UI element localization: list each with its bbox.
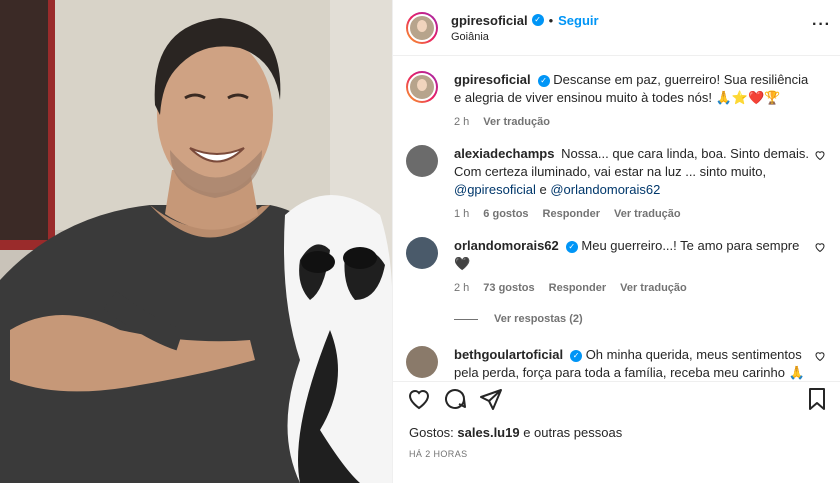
author-avatar[interactable]: [406, 11, 438, 44]
comment-mention[interactable]: @orlandomorais62: [550, 182, 660, 197]
comments-section[interactable]: gpiresoficial ✓ Descanse em paz, guerreir…: [393, 57, 840, 380]
comment-meta: 2 h 73 gostos Responder Ver tradução: [454, 282, 826, 294]
like-comment-heart-icon[interactable]: [814, 350, 826, 362]
post-actions-bar: Gostos: sales.lu19 e outras pessoas HÁ 2…: [393, 381, 840, 483]
post-photo-illustration: [0, 0, 392, 483]
dot-separator: •: [548, 12, 554, 28]
comment-joiner: e: [535, 182, 551, 197]
header-text: gpiresoficial ✓ • Seguir Goiânia: [451, 13, 599, 43]
comment-username[interactable]: alexiadechamps: [454, 146, 554, 161]
follow-button[interactable]: Seguir: [558, 13, 598, 28]
avatar: [408, 13, 436, 42]
replies-divider: [454, 318, 478, 320]
comment-likes[interactable]: 6 gostos: [483, 208, 528, 220]
share-paper-plane-icon[interactable]: [479, 387, 503, 411]
post-timestamp[interactable]: HÁ 2 HORAS: [409, 449, 468, 459]
like-heart-icon[interactable]: [407, 387, 431, 411]
post-location[interactable]: Goiânia: [451, 31, 599, 43]
caption-item: gpiresoficial ✓ Descanse em paz, guerreir…: [406, 71, 826, 128]
comment-username[interactable]: bethgoulartoficial: [454, 347, 563, 362]
verified-badge-icon: ✓: [565, 240, 578, 253]
comment-avatar[interactable]: [406, 145, 438, 177]
caption-meta: 2 h Ver tradução: [454, 116, 826, 128]
author-username[interactable]: gpiresoficial: [451, 13, 528, 28]
translate-link[interactable]: Ver tradução: [620, 282, 687, 294]
likes-user[interactable]: sales.lu19: [457, 425, 519, 440]
comment-meta: 1 h 6 gostos Responder Ver tradução: [454, 208, 826, 220]
likes-prefix: Gostos:: [409, 425, 454, 440]
like-comment-heart-icon[interactable]: [814, 241, 826, 253]
reply-button[interactable]: Responder: [543, 208, 600, 220]
comment-time[interactable]: 1 h: [454, 208, 469, 220]
likes-summary[interactable]: Gostos: sales.lu19 e outras pessoas: [409, 425, 622, 440]
comment-mention[interactable]: @gpiresoficial: [454, 182, 536, 197]
caption-body: gpiresoficial ✓ Descanse em paz, guerreir…: [454, 71, 816, 107]
more-options-icon[interactable]: ···: [812, 16, 831, 34]
caption-time[interactable]: 2 h: [454, 116, 469, 128]
bookmark-icon[interactable]: [805, 387, 829, 411]
comment-item: alexiadechamps Nossa... que cara linda, …: [406, 145, 826, 220]
comment-username[interactable]: orlandomorais62: [454, 238, 559, 253]
comment-body: bethgoulartoficial ✓ Oh minha querida, me…: [454, 346, 816, 380]
avatar: [408, 73, 436, 101]
comment-item: bethgoulartoficial ✓ Oh minha querida, me…: [406, 346, 826, 380]
verified-badge-icon: ✓: [537, 74, 550, 87]
comment-time[interactable]: 2 h: [454, 282, 469, 294]
action-buttons: [407, 387, 503, 411]
caption-translate-link[interactable]: Ver tradução: [483, 116, 550, 128]
comment-item: orlandomorais62 ✓ Meu guerreiro...! Te am…: [406, 237, 826, 294]
likes-suffix[interactable]: e outras pessoas: [523, 425, 622, 440]
comment-avatar[interactable]: [406, 346, 438, 378]
view-replies-button[interactable]: Ver respostas (2): [454, 313, 583, 325]
caption-avatar[interactable]: [406, 71, 438, 103]
comment-body: alexiadechamps Nossa... que cara linda, …: [454, 145, 816, 199]
post-photo[interactable]: [0, 0, 392, 483]
verified-badge-icon: ✓: [531, 14, 544, 26]
comment-avatar[interactable]: [406, 237, 438, 269]
post-side-panel: gpiresoficial ✓ • Seguir Goiânia ··· gpi…: [392, 0, 840, 483]
translate-link[interactable]: Ver tradução: [614, 208, 681, 220]
comment-body: orlandomorais62 ✓ Meu guerreiro...! Te am…: [454, 237, 816, 273]
comment-bubble-icon[interactable]: [443, 387, 467, 411]
like-comment-heart-icon[interactable]: [814, 149, 826, 161]
caption-username[interactable]: gpiresoficial: [454, 72, 531, 87]
post-header: gpiresoficial ✓ • Seguir Goiânia ···: [393, 0, 840, 56]
save-button[interactable]: [805, 387, 829, 411]
comment-likes[interactable]: 73 gostos: [483, 282, 534, 294]
verified-badge-icon: ✓: [570, 349, 583, 362]
header-title-line: gpiresoficial ✓ • Seguir: [451, 13, 599, 28]
view-replies-label[interactable]: Ver respostas (2): [494, 313, 583, 325]
reply-button[interactable]: Responder: [549, 282, 606, 294]
